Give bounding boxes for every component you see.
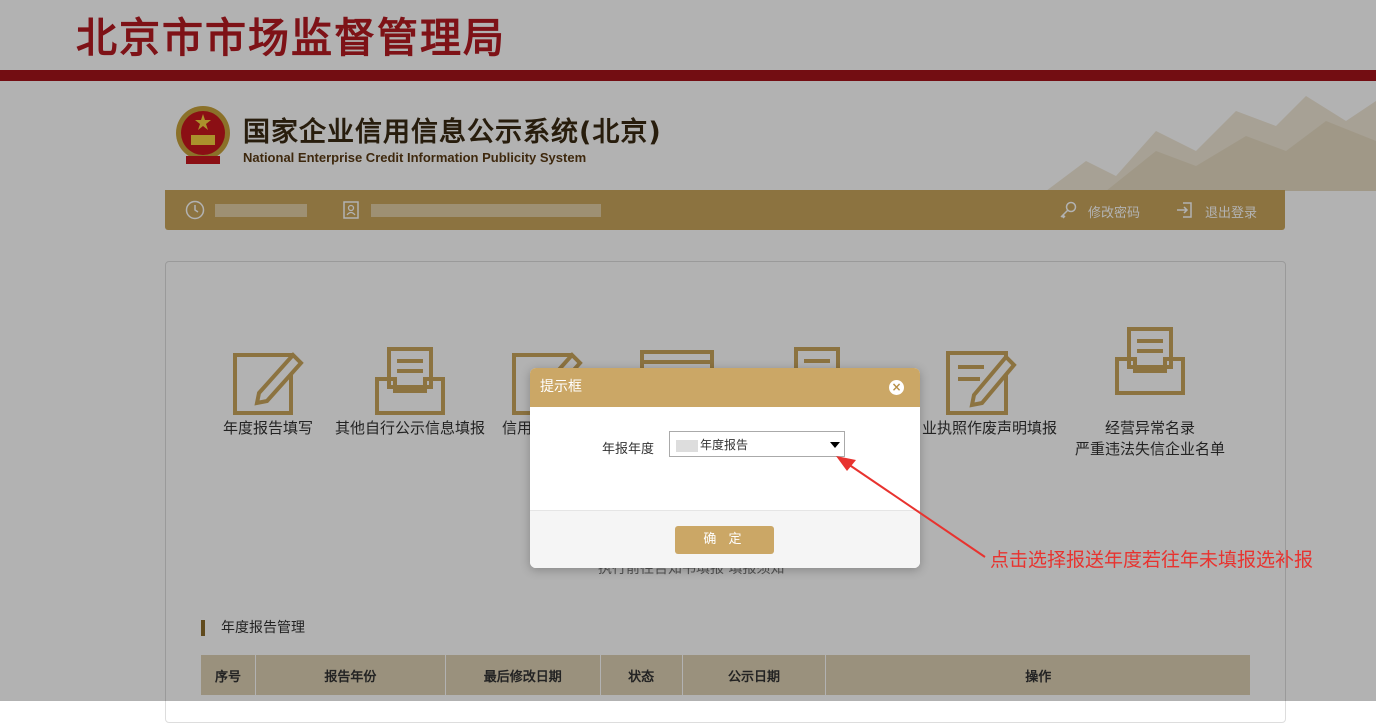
annotation-arrow-icon xyxy=(836,456,986,558)
annotation-text: 点击选择报送年度若往年未填报选补报 xyxy=(990,549,1314,571)
